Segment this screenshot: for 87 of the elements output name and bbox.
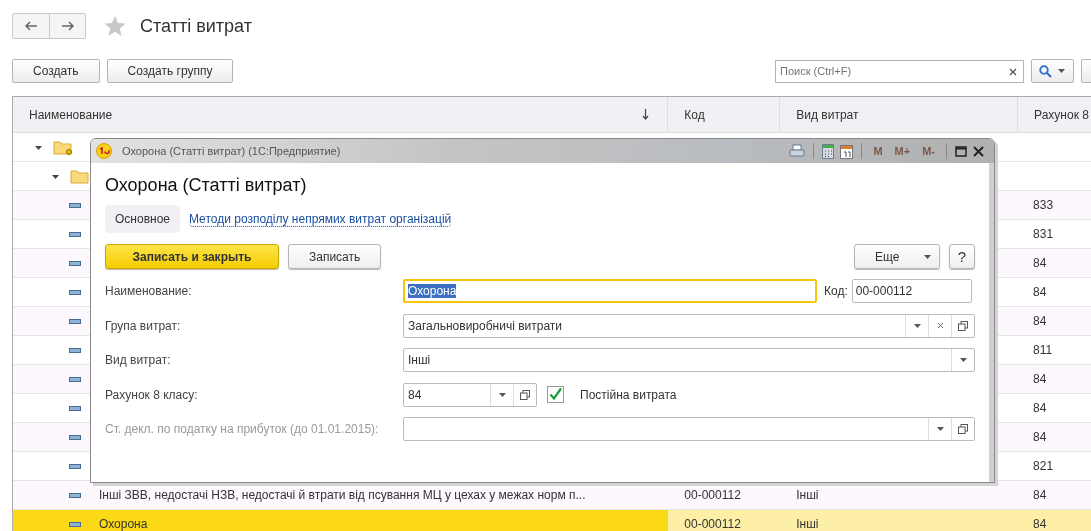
dropdown-caret-icon[interactable] <box>498 392 506 397</box>
calendar-icon[interactable] <box>840 143 854 159</box>
calculator-icon[interactable] <box>822 143 835 159</box>
item-icon <box>69 434 81 440</box>
dropdown-caret-icon[interactable] <box>913 323 921 328</box>
toolbar-button[interactable]: Создать <box>12 59 100 83</box>
column-header[interactable]: Наименование <box>13 97 669 132</box>
folder-icon <box>70 168 90 184</box>
combo-field[interactable]: Інші <box>403 348 975 373</box>
open-icon[interactable] <box>958 320 968 331</box>
item-icon <box>69 289 81 295</box>
table-cell: 84 <box>1033 488 1047 502</box>
item-icon <box>69 231 81 237</box>
star-icon[interactable] <box>104 15 126 37</box>
table-cell: 00-000112 <box>684 488 741 502</box>
column-header[interactable]: Рахунок 8 <box>1018 97 1091 132</box>
caret-icon <box>1058 69 1065 73</box>
table-cell: 00-000112 <box>684 517 741 531</box>
clear-icon[interactable] <box>936 322 944 330</box>
field-label: Код: <box>824 284 848 299</box>
checkbox-label[interactable]: Постійна витрата <box>580 387 677 402</box>
table-cell: 811 <box>1033 343 1053 357</box>
item-icon <box>69 521 81 527</box>
item-icon <box>69 492 81 498</box>
more-button[interactable]: Еще <box>854 244 940 269</box>
table-row[interactable]: Охорона 00-000112 Інші 84 <box>13 510 1091 531</box>
table-cell: Інші <box>796 488 819 502</box>
item-icon <box>69 463 81 469</box>
folder-icon <box>53 139 73 155</box>
expand-caret-icon[interactable] <box>35 143 42 151</box>
dropdown-caret-icon[interactable] <box>959 358 967 363</box>
table-cell: 821 <box>1033 459 1054 473</box>
field-label: Вид витрат: <box>105 353 172 368</box>
table-cell: 833 <box>1033 198 1054 212</box>
column-header[interactable]: Код <box>668 97 781 132</box>
item-icon <box>69 405 81 411</box>
table-cell: 84 <box>1033 401 1047 415</box>
back-button[interactable] <box>13 14 49 38</box>
combo-field[interactable]: Загальновиробничі витрати <box>403 313 975 338</box>
field-label: Наименование: <box>105 284 193 299</box>
item-icon <box>69 318 81 324</box>
table-cell: 84 <box>1033 285 1047 299</box>
table-cell: 84 <box>1033 372 1047 386</box>
search-icon <box>1039 64 1052 78</box>
form-heading: Охорона (Статті витрат) <box>105 175 308 196</box>
sort-arrow-icon <box>642 109 650 120</box>
table-cell: 84 <box>1033 517 1047 531</box>
back-arrow-icon <box>24 21 38 31</box>
page-title: Статті витрат <box>140 15 252 37</box>
window-title: Охорона (Статті витрат) (1С:Предприятие) <box>122 145 341 157</box>
combo-field[interactable]: 84 <box>403 382 537 407</box>
tab[interactable]: Основное <box>105 205 180 233</box>
close-icon[interactable] <box>973 145 984 157</box>
save-close-button[interactable]: Записать и закрыть <box>105 244 279 269</box>
help-button[interactable]: ? <box>949 244 975 269</box>
app-logo-icon <box>96 143 112 159</box>
forward-button[interactable] <box>49 14 85 38</box>
field-label: Ст. декл. по податку на прибуток (до 01.01.2015): <box>105 422 380 437</box>
table-cell: 84 <box>1033 256 1047 270</box>
maximize-icon[interactable] <box>955 145 967 157</box>
search-button[interactable] <box>1031 59 1074 83</box>
table-cell: Інші <box>796 517 819 531</box>
table-cell: 84 <box>1033 430 1047 444</box>
printer-icon[interactable] <box>789 144 806 158</box>
column-header[interactable]: Вид витрат <box>780 97 1019 132</box>
item-icon <box>69 260 81 266</box>
checkbox[interactable] <box>547 386 564 404</box>
expand-caret-icon[interactable] <box>52 172 59 180</box>
item-icon <box>69 376 81 382</box>
item-name: Охорона <box>99 517 148 531</box>
input-field[interactable]: Охорона <box>403 279 817 304</box>
table-cell: 84 <box>1033 314 1047 328</box>
field-label: Група витрат: <box>105 318 182 333</box>
toolbar-button[interactable]: Создать группу <box>106 59 234 83</box>
open-icon[interactable] <box>520 389 530 400</box>
item-icon <box>69 202 81 208</box>
item-icon <box>69 347 81 353</box>
input-field[interactable]: 00-000112 <box>851 279 972 304</box>
field-label: Рахунок 8 класу: <box>105 387 199 402</box>
item-name: Інші ЗВВ, недостачі НЗВ, недостачі й втрати від псування МЦ у цехах у межах норм п... <box>99 488 586 502</box>
forward-arrow-icon <box>60 21 75 31</box>
save-button[interactable]: Записать <box>288 244 382 269</box>
tab-link[interactable]: Методи розподілу непрямих витрат організацій <box>189 211 452 227</box>
search-field[interactable]: Поиск (Ctrl+F) <box>775 59 1024 83</box>
caret-icon <box>924 254 931 259</box>
clear-icon[interactable] <box>1009 67 1017 76</box>
table-cell: 831 <box>1033 227 1054 241</box>
